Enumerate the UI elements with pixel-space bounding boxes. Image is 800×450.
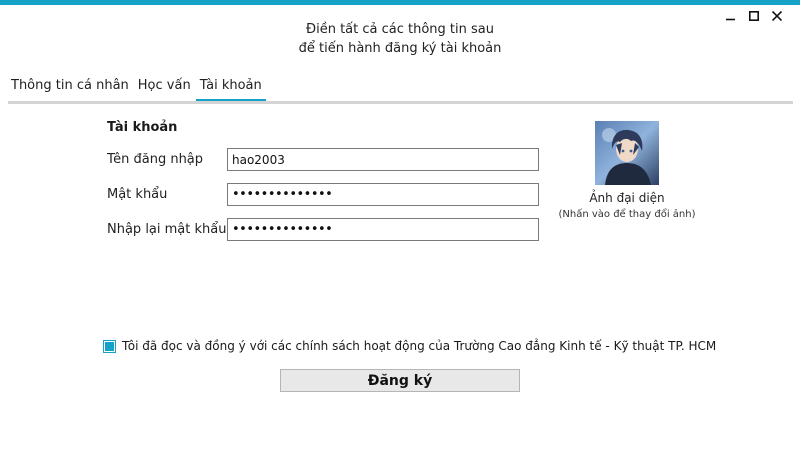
tab-bar: Thông tin cá nhân Học vấn Tài khoản xyxy=(7,78,267,102)
header-line-1: Điền tất cả các thông tin sau xyxy=(306,22,494,37)
title-accent-bar xyxy=(0,0,800,5)
header-line-2: để tiến hành đăng ký tài khoản xyxy=(298,41,502,56)
password-input[interactable] xyxy=(227,183,539,206)
tab-account[interactable]: Tài khoản xyxy=(195,78,266,102)
agreement-row: Tôi đã đọc và đồng ý với các chính sách … xyxy=(103,339,716,353)
form-header: Điền tất cả các thông tin sau để tiến hà… xyxy=(0,20,800,58)
username-label: Tên đăng nhập xyxy=(107,152,204,167)
section-title: Tài khoản xyxy=(107,120,178,135)
agreement-text: Tôi đã đọc và đồng ý với các chính sách … xyxy=(122,339,717,353)
confirm-password-label: Nhập lại mật khẩu xyxy=(107,222,227,237)
confirm-password-input[interactable] xyxy=(227,218,539,241)
checkbox-check-mark xyxy=(105,341,114,351)
avatar-image[interactable] xyxy=(595,121,659,185)
agreement-checkbox[interactable] xyxy=(103,339,116,353)
tab-divider xyxy=(8,101,793,104)
tab-education[interactable]: Học vấn xyxy=(134,78,195,100)
register-button[interactable]: Đăng ký xyxy=(280,369,520,392)
avatar-hint: (Nhấn vào để thay đổi ảnh) xyxy=(558,209,696,220)
username-input[interactable] xyxy=(227,148,539,171)
password-label: Mật khẩu xyxy=(107,187,168,202)
avatar-caption: Ảnh đại diện xyxy=(589,191,665,205)
tab-personal-info[interactable]: Thông tin cá nhân xyxy=(7,78,133,100)
